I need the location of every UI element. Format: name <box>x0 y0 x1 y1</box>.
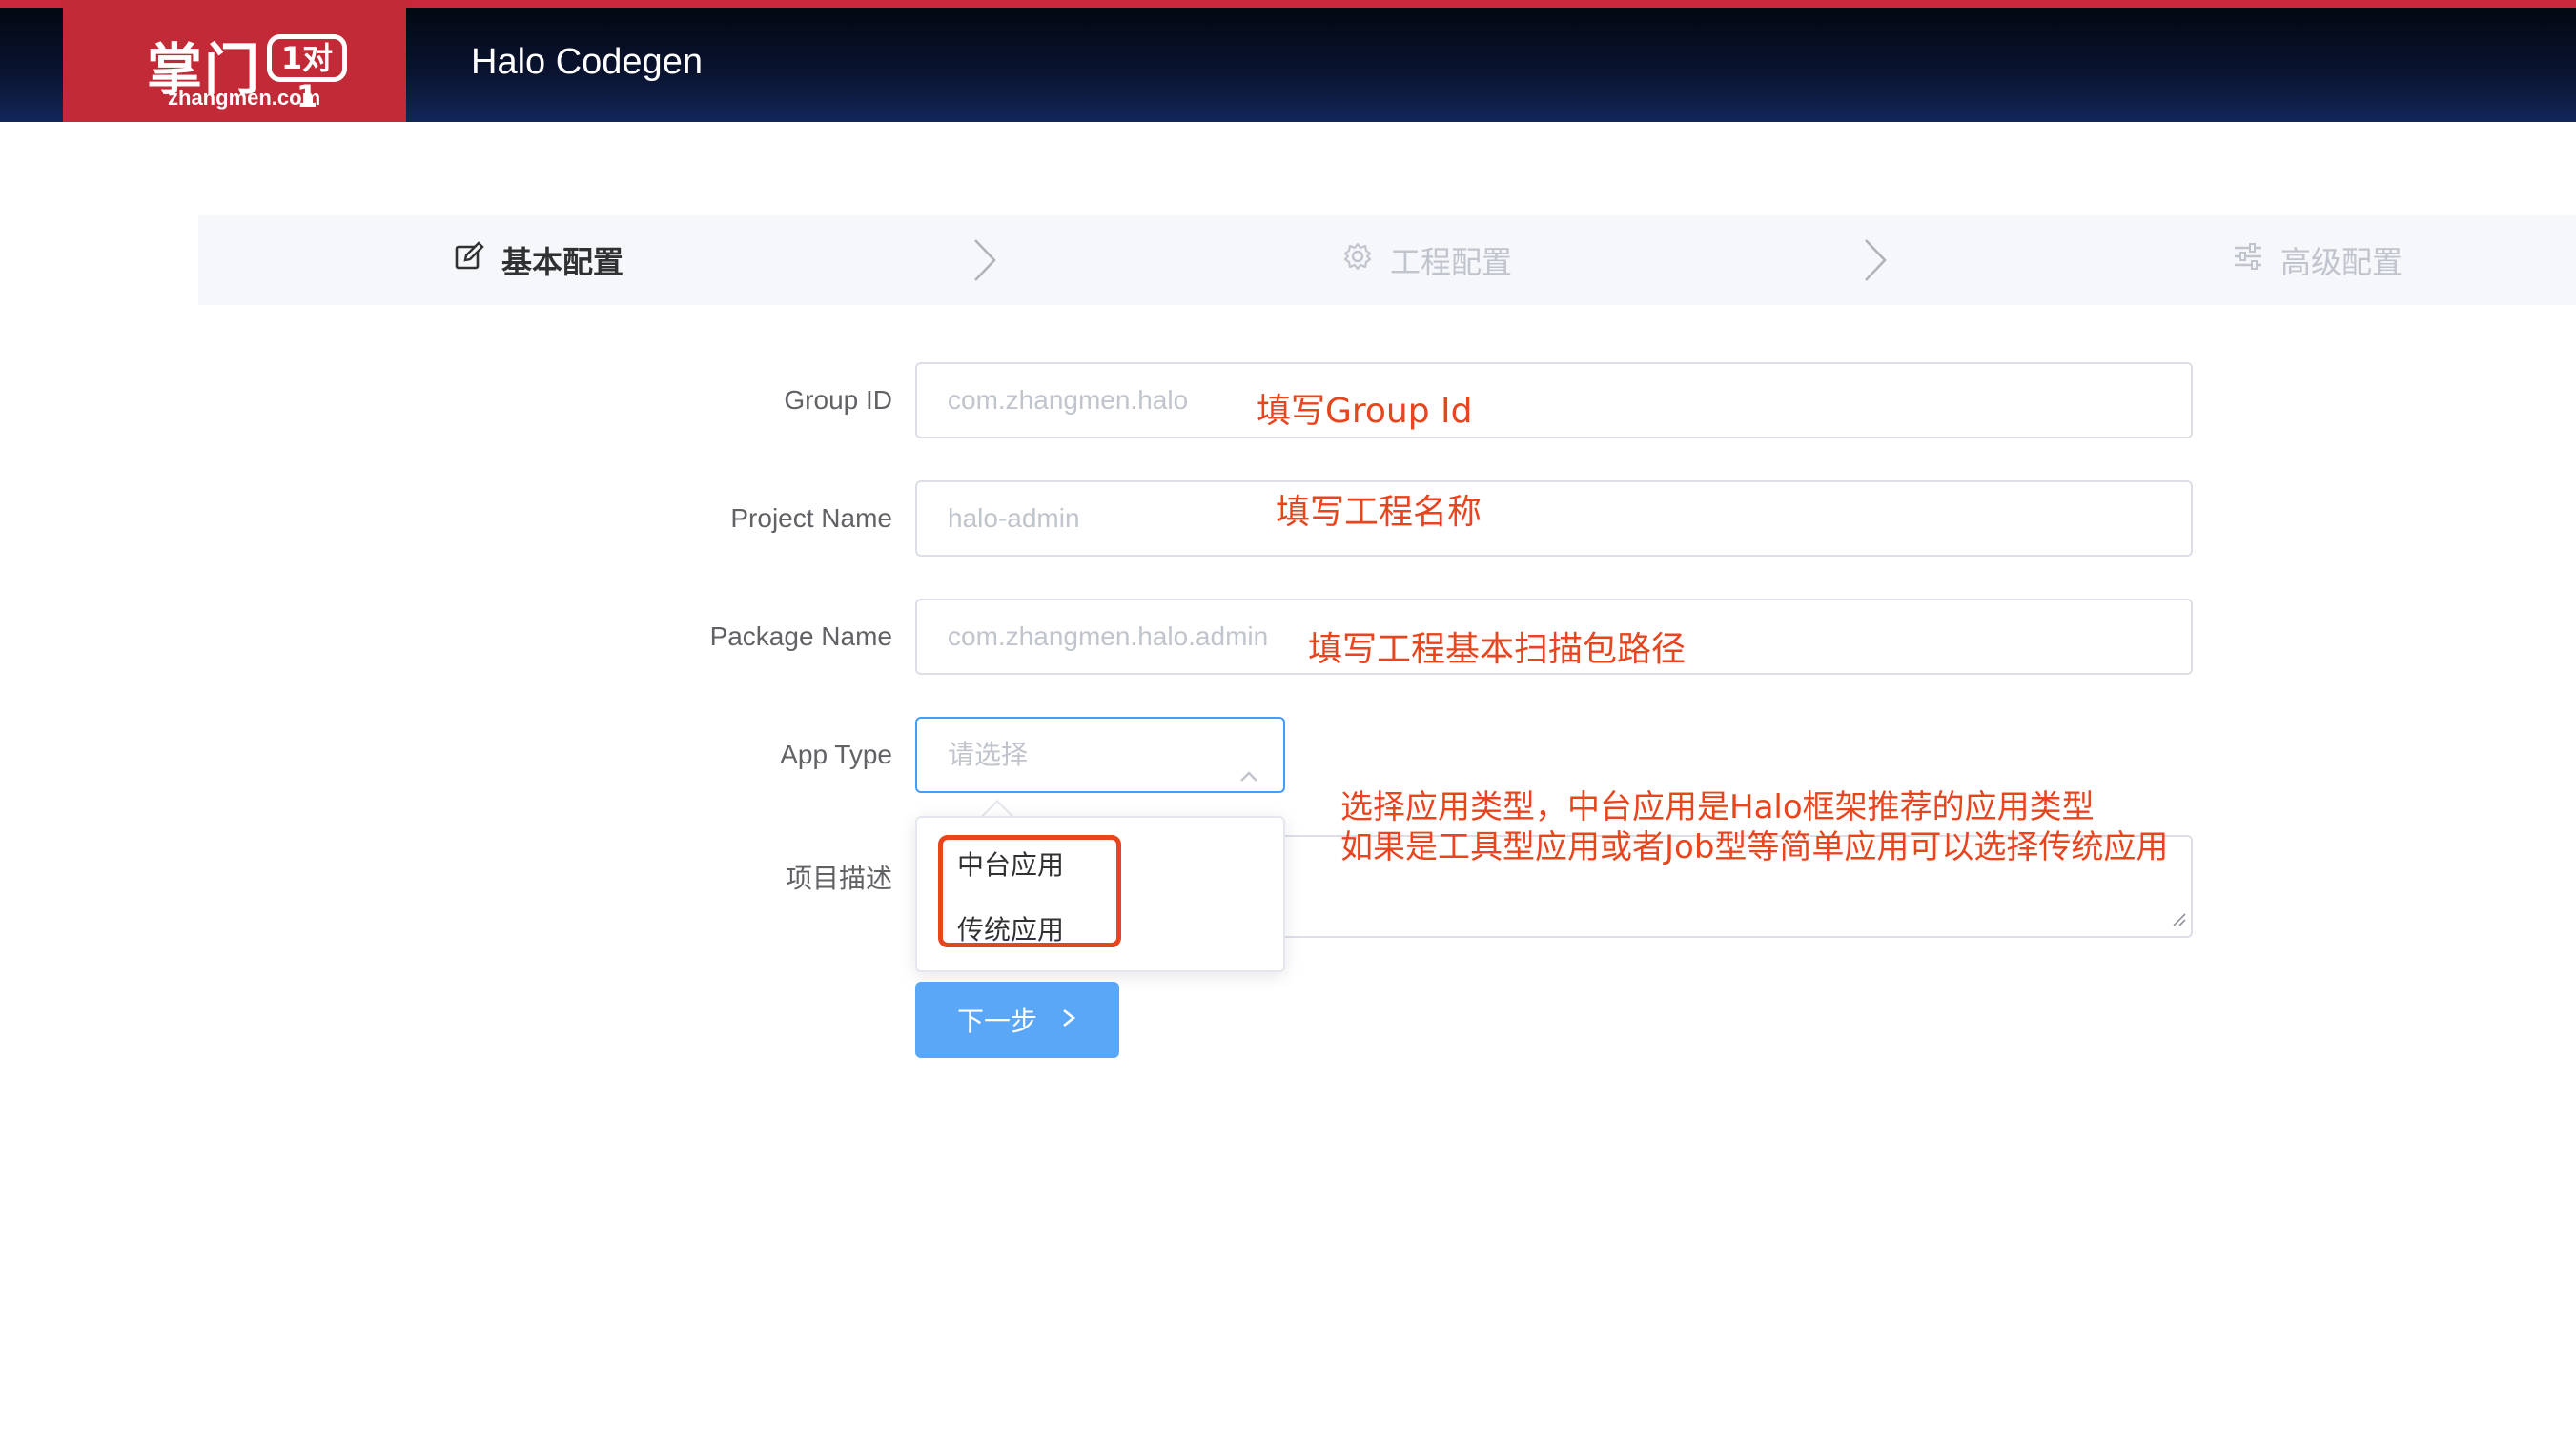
annotation-package-name: 填写工程基本扫描包路径 <box>1308 630 1687 669</box>
app-type-select[interactable]: 请选择 <box>915 717 1285 793</box>
step-label: 工程配置 <box>1390 245 1513 279</box>
next-step-label: 下一步 <box>956 1006 1037 1037</box>
step-label: 高级配置 <box>2280 245 2403 279</box>
step-advanced-config[interactable]: 高级配置 <box>2233 215 2402 305</box>
app-type-label: App Type <box>780 740 892 769</box>
annotation-line-2: 如果是工具型应用或者Job型等简单应用可以选择传统应用 <box>1340 828 2169 866</box>
sliders-icon <box>2233 241 2263 279</box>
group-id-input[interactable]: com.zhangmen.halo <box>915 362 2193 438</box>
annotation-group-id: 填写Group Id <box>1257 392 1473 431</box>
annotation-project-name: 填写工程名称 <box>1276 493 1482 532</box>
annotation-line-1: 选择应用类型，中台应用是Halo框架推荐的应用类型 <box>1340 788 2095 826</box>
package-name-label: Package Name <box>709 621 892 651</box>
gear-icon <box>1342 241 1373 279</box>
annotation-highlight-box <box>938 835 1121 947</box>
next-step-button[interactable]: 下一步 <box>915 982 1119 1058</box>
logo-domain: zhangmen.com <box>168 86 321 110</box>
project-name-label: Project Name <box>730 503 892 533</box>
logo-badge: 1对1 <box>267 34 347 114</box>
step-basic-config[interactable]: 基本配置 <box>454 215 624 305</box>
annotation-app-type: 选择应用类型，中台应用是Halo框架推荐的应用类型 如果是工具型应用或者Job型… <box>1340 787 2168 867</box>
step-label: 基本配置 <box>501 245 624 279</box>
logo[interactable]: 掌门 1对1 zhangmen.com <box>63 0 406 122</box>
chevron-right-icon <box>971 236 999 289</box>
top-header: 掌门 1对1 zhangmen.com Halo Codegen <box>0 0 2576 122</box>
step-project-config[interactable]: 工程配置 <box>1342 215 1512 305</box>
resize-handle-icon[interactable] <box>2172 912 2187 932</box>
project-name-input[interactable]: halo-admin <box>915 480 2193 557</box>
steps-bar: 基本配置 工程配置 高级配置 <box>198 215 2576 305</box>
app-title: Halo Codegen <box>471 42 703 82</box>
group-id-label: Group ID <box>784 385 892 415</box>
edit-icon <box>454 241 484 279</box>
select-placeholder: 请选择 <box>948 740 1029 769</box>
chevron-up-icon <box>1237 743 1260 816</box>
chevron-right-icon <box>1060 1005 1077 1036</box>
description-label: 项目描述 <box>785 864 892 893</box>
chevron-right-icon <box>1861 236 1890 289</box>
